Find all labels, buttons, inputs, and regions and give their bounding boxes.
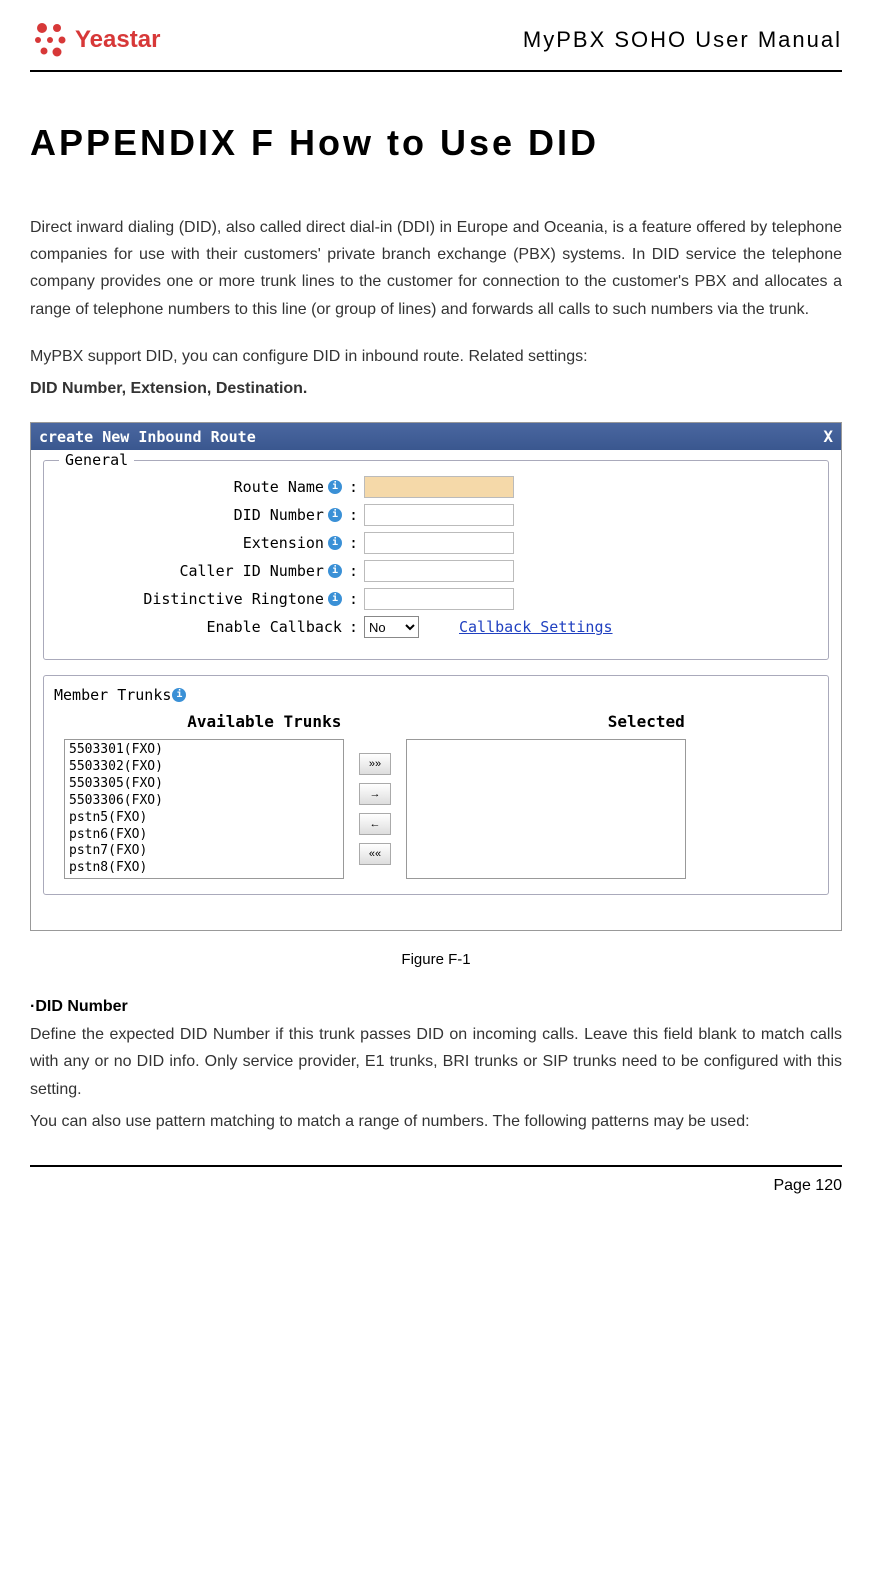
info-icon[interactable]: i [328, 480, 342, 494]
support-paragraph: MyPBX support DID, you can configure DID… [30, 343, 842, 370]
extension-input[interactable] [364, 532, 514, 554]
trunk-item[interactable]: 5503305(FXO) [69, 776, 339, 793]
callback-settings-link[interactable]: Callback Settings [459, 618, 613, 636]
dialog-titlebar: create New Inbound Route X [31, 423, 841, 450]
caller-id-label: Caller ID Number i : [54, 562, 364, 580]
general-fieldset: General Route Name i : DID Number i : [43, 460, 829, 660]
trunk-item[interactable]: 5503306(FXO) [69, 793, 339, 810]
remove-button[interactable]: ← [359, 813, 391, 835]
route-name-input[interactable] [364, 476, 514, 498]
remove-all-button[interactable]: «« [359, 843, 391, 865]
extension-row: Extension i : [54, 532, 818, 554]
did-number-heading: ·DID Number [30, 998, 842, 1016]
available-trunks-header: Available Trunks [187, 712, 341, 731]
info-icon[interactable]: i [328, 592, 342, 606]
caller-id-input[interactable] [364, 560, 514, 582]
page-content: APPENDIX F How to Use DID Direct inward … [30, 72, 842, 1135]
route-name-row: Route Name i : [54, 476, 818, 498]
caller-id-row: Caller ID Number i : [54, 560, 818, 582]
did-number-input[interactable] [364, 504, 514, 526]
logo-icon [30, 20, 70, 60]
info-icon[interactable]: i [172, 688, 186, 702]
trunks-row: 5503301(FXO) 5503302(FXO) 5503305(FXO) 5… [54, 739, 818, 879]
page-number: Page 120 [773, 1177, 842, 1194]
intro-paragraph: Direct inward dialing (DID), also called… [30, 214, 842, 323]
trunk-item[interactable]: pstn5(FXO) [69, 810, 339, 827]
footer: Page 120 [30, 1165, 842, 1195]
close-icon[interactable]: X [823, 427, 833, 446]
available-trunks-list[interactable]: 5503301(FXO) 5503302(FXO) 5503305(FXO) 5… [64, 739, 344, 879]
header-bar: Yeastar MyPBX SOHO User Manual [30, 20, 842, 72]
info-icon[interactable]: i [328, 508, 342, 522]
dialog-body: General Route Name i : DID Number i : [31, 450, 841, 930]
manual-title: MyPBX SOHO User Manual [523, 27, 842, 53]
info-icon[interactable]: i [328, 564, 342, 578]
trunk-item[interactable]: pstn6(FXO) [69, 827, 339, 844]
figure-caption: Figure F-1 [30, 951, 842, 968]
selected-trunks-header: Selected [608, 712, 685, 731]
dialog-title: create New Inbound Route [39, 428, 256, 446]
trunks-header: Available Trunks Selected [54, 712, 818, 731]
trunk-item[interactable]: 5503301(FXO) [69, 742, 339, 759]
did-number-label: DID Number i : [54, 506, 364, 524]
trunk-transfer-buttons: »» → ← «« [359, 753, 391, 865]
did-number-row: DID Number i : [54, 504, 818, 526]
support-bold: DID Number, Extension, Destination. [30, 375, 842, 402]
ringtone-label: Distinctive Ringtone i : [54, 590, 364, 608]
route-name-label: Route Name i : [54, 478, 364, 496]
trunk-item[interactable]: pstn7(FXO) [69, 843, 339, 860]
trunk-item[interactable]: 5503302(FXO) [69, 759, 339, 776]
logo: Yeastar [30, 20, 160, 60]
callback-row: Enable Callback : No Callback Settings [54, 616, 818, 638]
add-all-button[interactable]: »» [359, 753, 391, 775]
extension-label: Extension i : [54, 534, 364, 552]
did-number-para1: Define the expected DID Number if this t… [30, 1021, 842, 1103]
trunk-item[interactable]: pstn8(FXO) [69, 860, 339, 877]
member-trunks-fieldset: Member Trunks i Available Trunks Selecte… [43, 675, 829, 895]
member-trunks-label: Member Trunks i [54, 686, 818, 704]
logo-text: Yeastar [75, 26, 160, 54]
info-icon[interactable]: i [328, 536, 342, 550]
callback-label: Enable Callback : [54, 618, 364, 636]
add-button[interactable]: → [359, 783, 391, 805]
selected-trunks-list[interactable] [406, 739, 686, 879]
inbound-route-dialog: create New Inbound Route X General Route… [30, 422, 842, 931]
general-legend: General [59, 451, 134, 469]
did-number-para2: You can also use pattern matching to mat… [30, 1108, 842, 1135]
ringtone-input[interactable] [364, 588, 514, 610]
ringtone-row: Distinctive Ringtone i : [54, 588, 818, 610]
appendix-title: APPENDIX F How to Use DID [30, 122, 842, 164]
callback-select[interactable]: No [364, 616, 419, 638]
